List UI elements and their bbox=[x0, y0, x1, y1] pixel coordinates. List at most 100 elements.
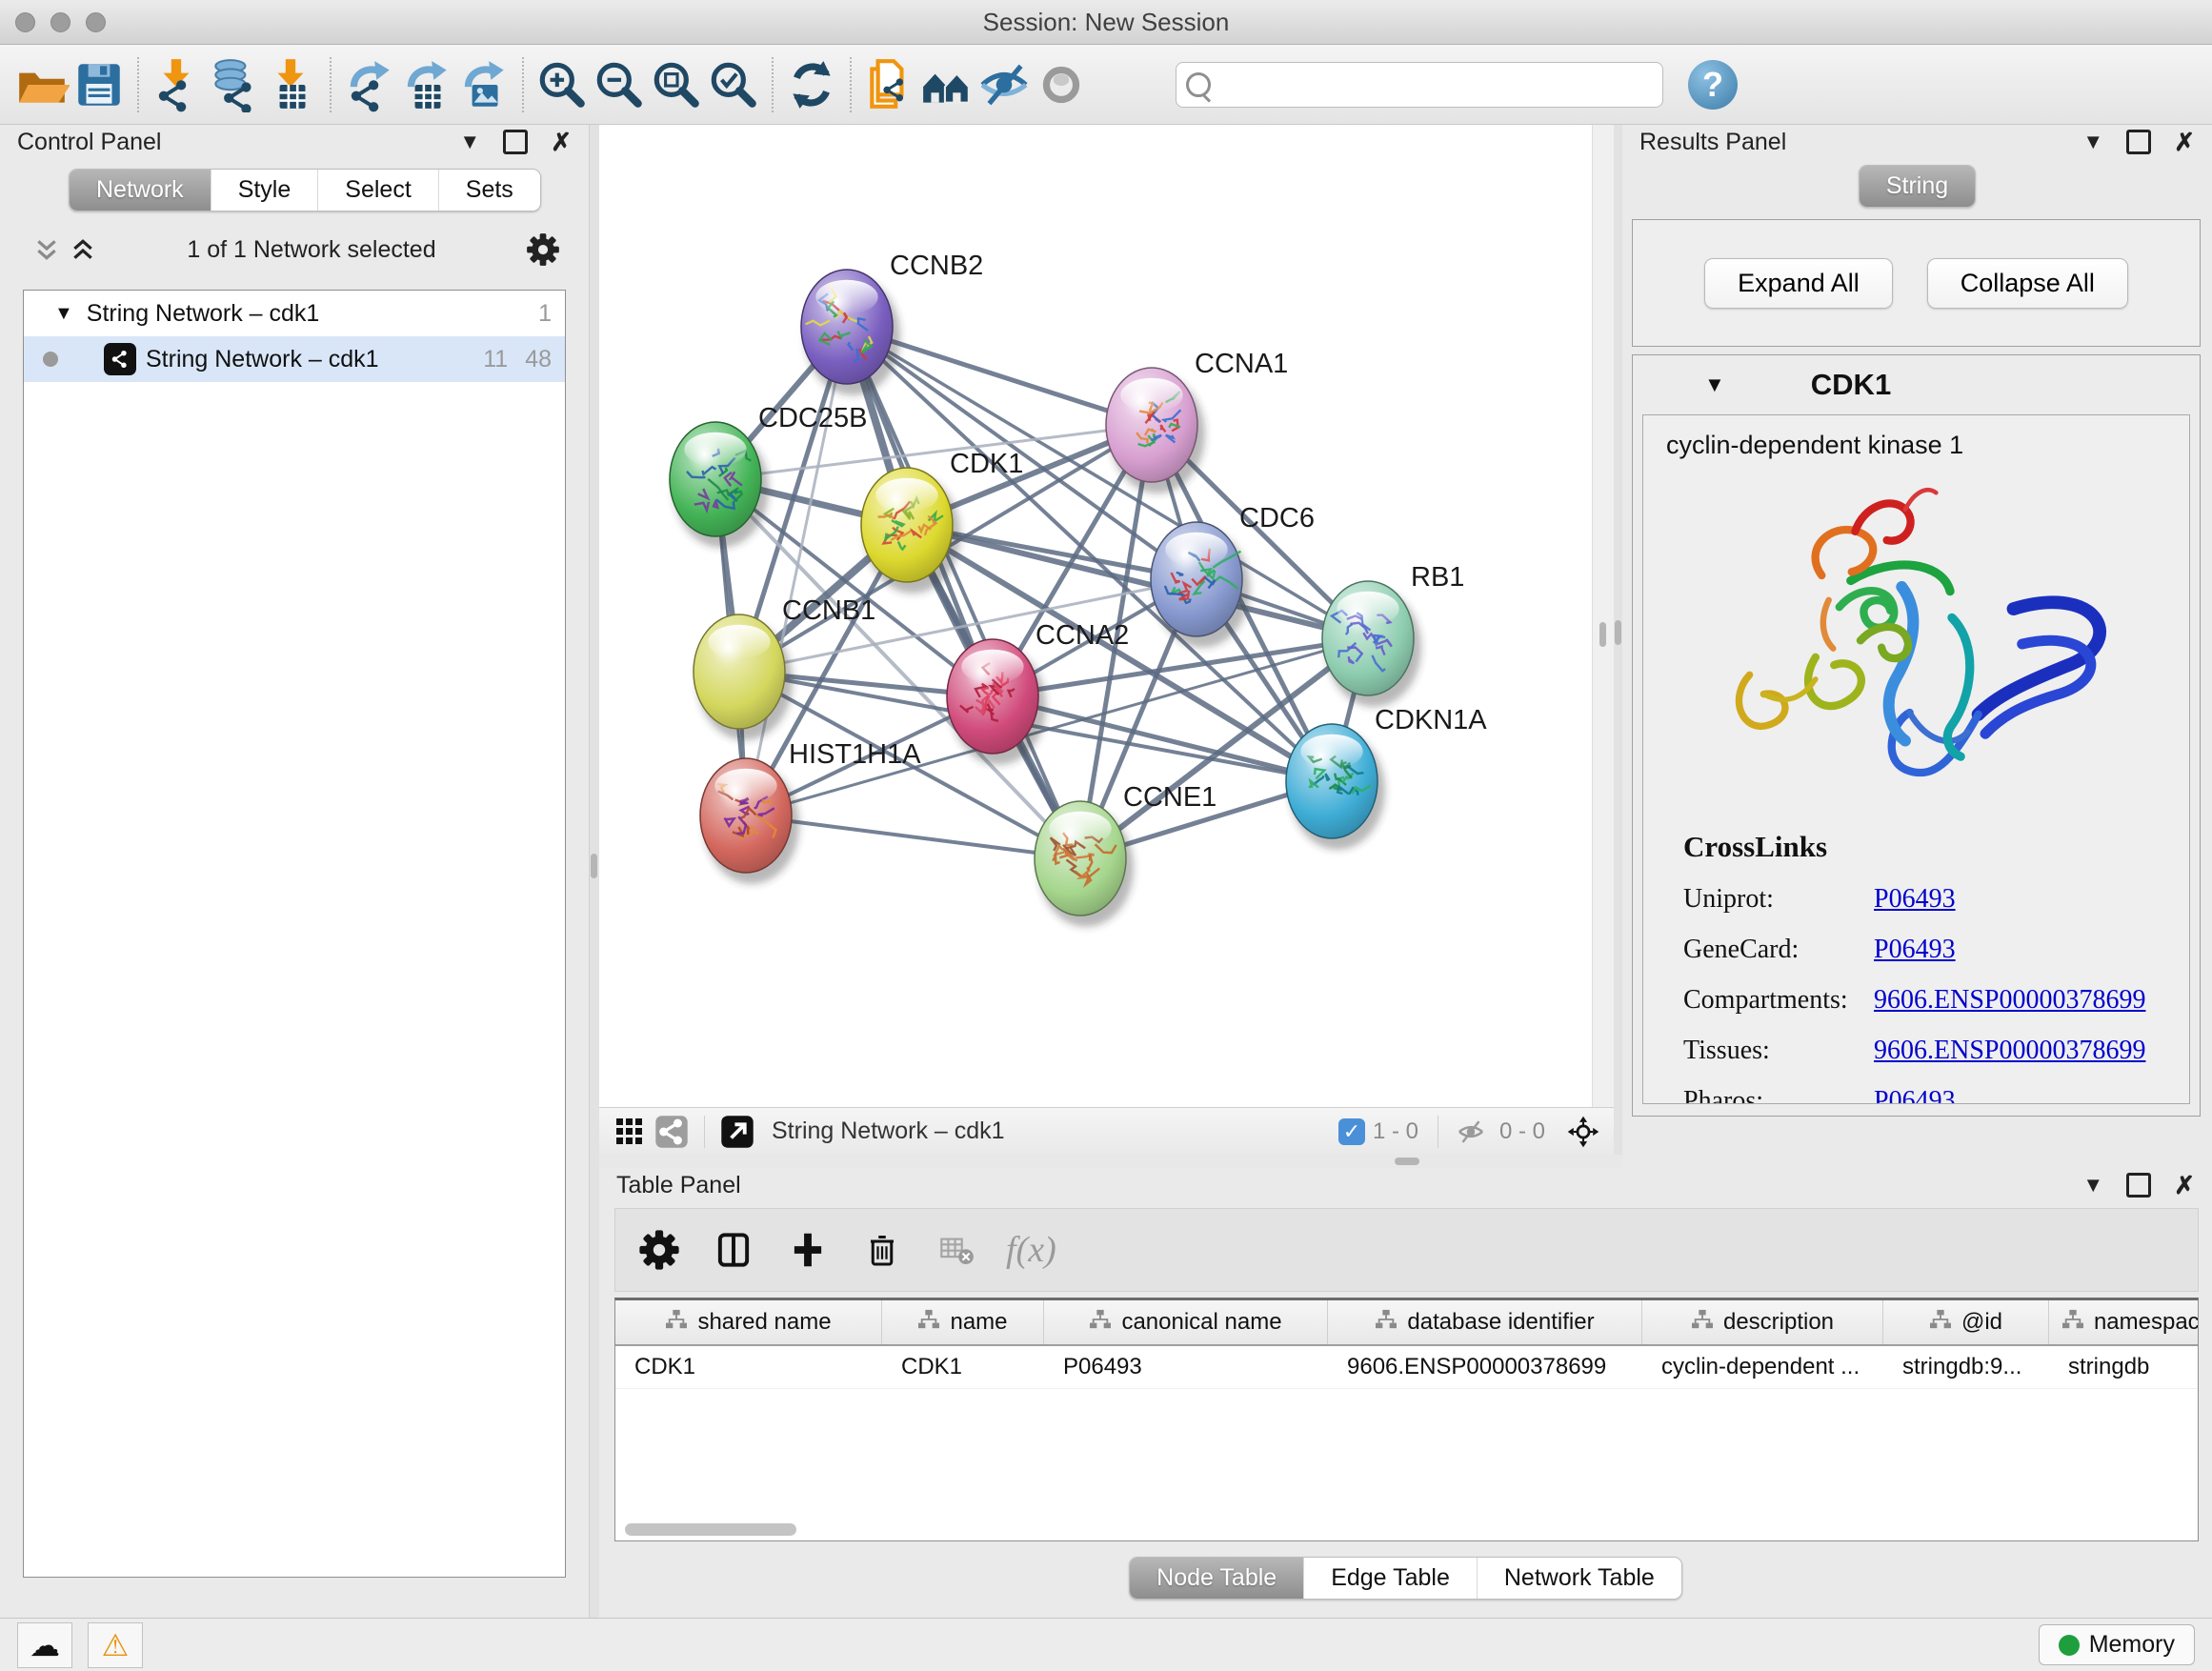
right-splitter-handle[interactable] bbox=[1615, 620, 1621, 645]
expand-all-icon[interactable] bbox=[65, 225, 101, 274]
apply-layout-icon[interactable] bbox=[783, 55, 840, 114]
crosslink-link[interactable]: P06493 bbox=[1874, 1086, 1956, 1104]
column-header-database-identifier[interactable]: database identifier bbox=[1328, 1300, 1642, 1344]
control-panel-menu-icon[interactable]: ▼ bbox=[459, 131, 480, 152]
column-header-namespace[interactable]: namespace bbox=[2049, 1300, 2199, 1344]
results-panel-float-icon[interactable] bbox=[2126, 130, 2151, 154]
crosslink-label: GeneCard: bbox=[1683, 935, 1874, 965]
zoom-fit-icon[interactable] bbox=[648, 55, 705, 114]
network-node-CCNE1[interactable]: CCNE1 bbox=[1035, 782, 1217, 927]
network-node-RB1[interactable]: RB1 bbox=[1322, 562, 1464, 707]
network-canvas[interactable]: CCNB2 CCNA1 CDC25B CDK1 CDC6 RB1 CCNB1 C… bbox=[599, 125, 1614, 1108]
network-node-CDC25B[interactable]: CDC25B bbox=[670, 403, 867, 548]
results-panel-close-icon[interactable]: ✗ bbox=[2174, 130, 2195, 154]
duplicate-network-icon[interactable] bbox=[861, 55, 918, 114]
collapse-all-icon[interactable] bbox=[29, 225, 65, 274]
table-row[interactable]: CDK1CDK1P064939606.ENSP00000378699cyclin… bbox=[615, 1346, 2198, 1389]
memory-button[interactable]: Memory bbox=[2039, 1624, 2195, 1665]
tab-network-table[interactable]: Network Table bbox=[1477, 1558, 1681, 1599]
hidden-eye-icon bbox=[1450, 1113, 1492, 1151]
crosslink-link[interactable]: 9606.ENSP00000378699 bbox=[1874, 1036, 2145, 1066]
table-cell[interactable]: stringdb:9... bbox=[1883, 1346, 2049, 1388]
control-panel-float-icon[interactable] bbox=[503, 130, 528, 154]
collapse-all-button[interactable]: Collapse All bbox=[1927, 258, 2128, 309]
left-splitter-handle[interactable] bbox=[591, 854, 597, 878]
title-bar: Session: New Session bbox=[0, 0, 2212, 45]
tab-node-table[interactable]: Node Table bbox=[1130, 1558, 1303, 1599]
cloud-icon[interactable]: ☁ bbox=[17, 1622, 72, 1668]
zoom-in-icon[interactable] bbox=[533, 55, 591, 114]
table-panel-float-icon[interactable] bbox=[2126, 1173, 2151, 1198]
gene-section-expander-icon[interactable]: ▼ bbox=[1704, 372, 1725, 397]
network-options-gear-icon[interactable] bbox=[522, 225, 564, 274]
column-header-description[interactable]: description bbox=[1642, 1300, 1883, 1344]
network-graph[interactable]: CCNB2 CCNA1 CDC25B CDK1 CDC6 RB1 CCNB1 C… bbox=[599, 125, 1593, 1107]
import-network-database-icon[interactable] bbox=[206, 55, 263, 114]
expand-all-button[interactable]: Expand All bbox=[1704, 258, 1893, 309]
crosslink-link[interactable]: P06493 bbox=[1874, 935, 1956, 965]
table-cell[interactable]: CDK1 bbox=[615, 1346, 882, 1388]
birdseye-view-icon[interactable] bbox=[1562, 1113, 1604, 1151]
export-table-icon[interactable] bbox=[398, 55, 455, 114]
results-panel-menu-icon[interactable]: ▼ bbox=[2082, 131, 2103, 152]
crosslink-link[interactable]: 9606.ENSP00000378699 bbox=[1874, 985, 2145, 1016]
network-node-CCNB2[interactable]: CCNB2 bbox=[801, 251, 983, 395]
table-panel-close-icon[interactable]: ✗ bbox=[2174, 1173, 2195, 1198]
tab-style[interactable]: Style bbox=[211, 170, 318, 211]
detach-view-icon[interactable] bbox=[716, 1113, 758, 1151]
create-column-icon[interactable] bbox=[783, 1225, 833, 1275]
node-label: CCNB2 bbox=[890, 251, 983, 281]
import-network-file-icon[interactable] bbox=[149, 55, 206, 114]
export-image-icon[interactable] bbox=[455, 55, 513, 114]
crosslink-link[interactable]: P06493 bbox=[1874, 884, 1956, 915]
column-header-canonical-name[interactable]: canonical name bbox=[1044, 1300, 1328, 1344]
column-header-shared-name[interactable]: shared name bbox=[615, 1300, 882, 1344]
table-settings-gear-icon[interactable] bbox=[634, 1225, 684, 1275]
network-node-CCNB1[interactable]: CCNB1 bbox=[694, 595, 875, 740]
network-tree-collection-row[interactable]: ▼ String Network – cdk1 1 bbox=[24, 291, 565, 336]
grid-view-icon[interactable] bbox=[609, 1113, 651, 1151]
network-node-CDKN1A[interactable]: CDKN1A bbox=[1286, 705, 1487, 850]
help-button[interactable]: ? bbox=[1688, 60, 1738, 110]
export-network-icon[interactable] bbox=[341, 55, 398, 114]
table-panel-menu-icon[interactable]: ▼ bbox=[2082, 1175, 2103, 1196]
zoom-selected-icon[interactable] bbox=[705, 55, 762, 114]
network-node-CCNA2[interactable]: CCNA2 bbox=[947, 620, 1129, 765]
zoom-out-icon[interactable] bbox=[591, 55, 648, 114]
tab-network[interactable]: Network bbox=[70, 170, 211, 211]
table-cell[interactable]: 9606.ENSP00000378699 bbox=[1328, 1346, 1642, 1388]
network-node-HIST1H1A[interactable]: HIST1H1A bbox=[700, 739, 921, 884]
canvas-splitter-handle[interactable] bbox=[1599, 622, 1606, 647]
network-node-CDK1[interactable]: CDK1 bbox=[861, 449, 1023, 594]
network-tree-network-row[interactable]: String Network – cdk1 11 48 bbox=[24, 336, 565, 382]
table-splitter-handle[interactable] bbox=[1395, 1158, 1419, 1165]
column-header-name[interactable]: name bbox=[882, 1300, 1044, 1344]
tree-expander-icon[interactable]: ▼ bbox=[54, 303, 73, 325]
table-cell[interactable]: stringdb bbox=[2049, 1346, 2199, 1388]
network-edge[interactable] bbox=[847, 327, 1080, 858]
selected-checkbox[interactable]: ✓ bbox=[1338, 1118, 1365, 1145]
control-panel-close-icon[interactable]: ✗ bbox=[551, 130, 572, 154]
import-table-file-icon[interactable] bbox=[263, 55, 320, 114]
save-session-icon[interactable] bbox=[70, 55, 128, 114]
show-columns-icon[interactable] bbox=[709, 1225, 758, 1275]
tab-sets[interactable]: Sets bbox=[438, 170, 540, 211]
tab-edge-table[interactable]: Edge Table bbox=[1303, 1558, 1477, 1599]
delete-column-icon[interactable] bbox=[857, 1225, 907, 1275]
table-hscrollbar-thumb[interactable] bbox=[625, 1523, 796, 1536]
search-input[interactable] bbox=[1218, 70, 1653, 99]
tab-string[interactable]: String bbox=[1860, 166, 1975, 207]
show-all-icon[interactable] bbox=[1033, 55, 1090, 114]
table-tabs: Node TableEdge TableNetwork Table bbox=[1129, 1557, 1682, 1600]
first-neighbors-icon[interactable] bbox=[918, 55, 975, 114]
warning-icon[interactable]: ⚠ bbox=[88, 1622, 143, 1668]
node-label: CDK1 bbox=[950, 449, 1023, 479]
table-cell[interactable]: cyclin-dependent ... bbox=[1642, 1346, 1883, 1388]
open-session-icon[interactable] bbox=[13, 55, 70, 114]
table-cell[interactable]: CDK1 bbox=[882, 1346, 1044, 1388]
hide-selected-icon[interactable] bbox=[975, 55, 1033, 114]
table-cell[interactable]: P06493 bbox=[1044, 1346, 1328, 1388]
tab-select[interactable]: Select bbox=[317, 170, 437, 211]
column-header--id[interactable]: @id bbox=[1883, 1300, 2049, 1344]
gene-description: cyclin-dependent kinase 1 bbox=[1643, 431, 2189, 460]
